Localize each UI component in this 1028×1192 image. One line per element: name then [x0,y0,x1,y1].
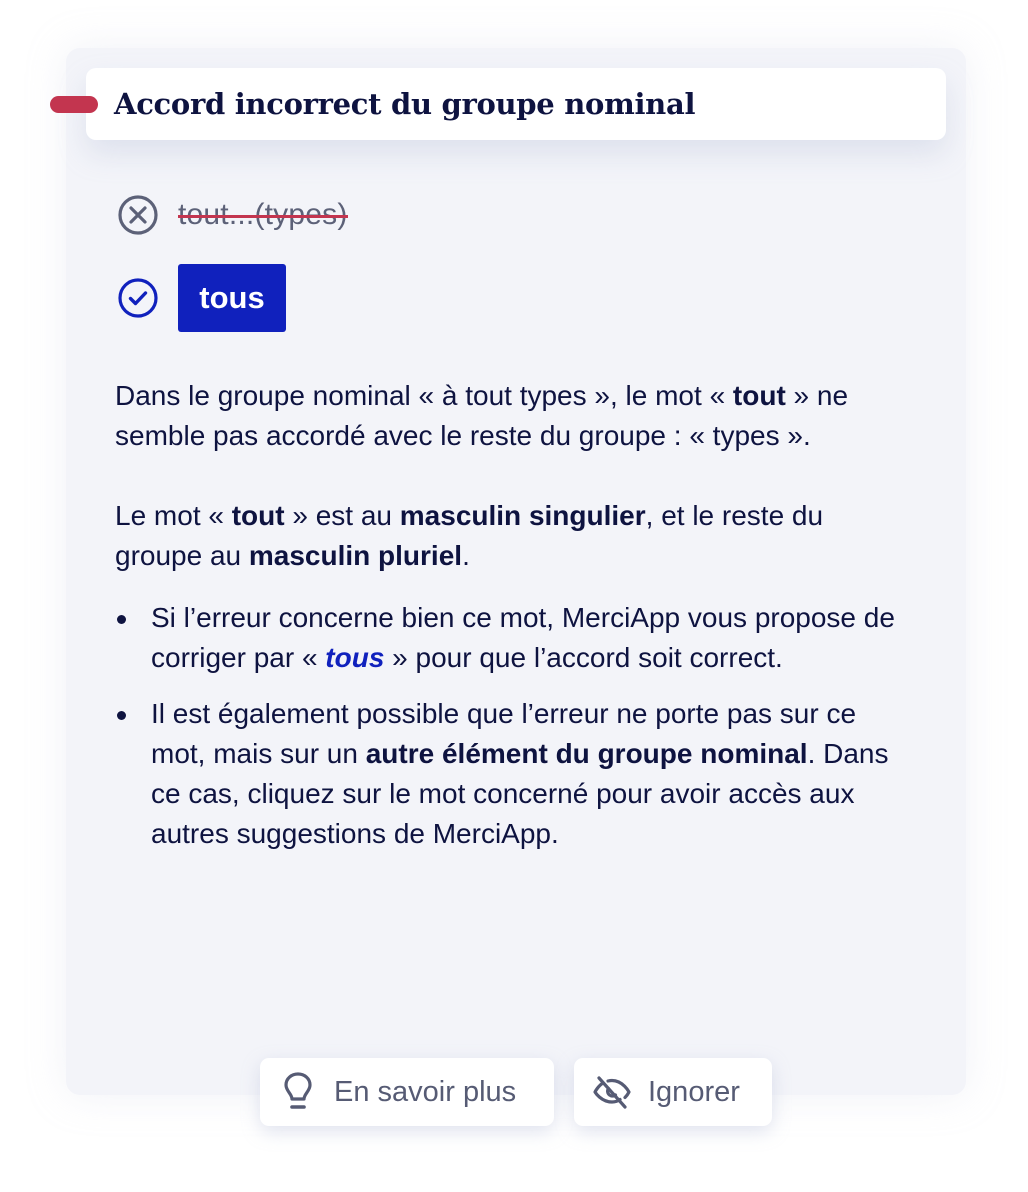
original-row: tout...(types) [116,192,348,238]
ignore-button[interactable]: Ignorer [574,1058,772,1126]
bold-text: tout [732,380,786,411]
text: » pour que l’accord soit correct. [384,642,783,673]
learn-more-button[interactable]: En savoir plus [260,1058,554,1126]
card-title: Accord incorrect du groupe nominal [114,87,696,121]
check-circle-icon [116,276,160,320]
explanation-paragraph: Le mot « tout » est au masculin singulie… [115,496,915,576]
explanation: Dans le groupe nominal « à tout types »,… [115,376,915,870]
ignore-label: Ignorer [648,1075,740,1108]
suggestion-row: tous [116,264,286,332]
bold-text: masculin pluriel [248,540,463,571]
explanation-list: Si l’erreur concerne bien ce mot, MerciA… [115,598,915,854]
bold-text: masculin singulier [399,500,646,531]
suggestion-reference: tous [325,642,385,673]
explanation-paragraph: Dans le groupe nominal « à tout types »,… [115,376,915,456]
bold-text: tout [231,500,285,531]
text: » est au [284,500,400,531]
list-item: Il est également possible que l’erreur n… [115,694,915,854]
list-item: Si l’erreur concerne bien ce mot, MerciA… [115,598,915,678]
text: Le mot « [115,500,232,531]
x-circle-icon [116,193,160,237]
apply-suggestion-button[interactable]: tous [178,264,286,332]
text: . [462,540,470,571]
eye-off-icon [592,1072,632,1112]
learn-more-label: En savoir plus [334,1075,517,1108]
original-text: tout...(types) [178,195,348,235]
text: Dans le groupe nominal « à tout types »,… [115,380,733,411]
severity-marker [50,96,98,113]
lightbulb-icon [278,1072,318,1112]
bold-text: autre élément du groupe nominal [365,738,808,769]
